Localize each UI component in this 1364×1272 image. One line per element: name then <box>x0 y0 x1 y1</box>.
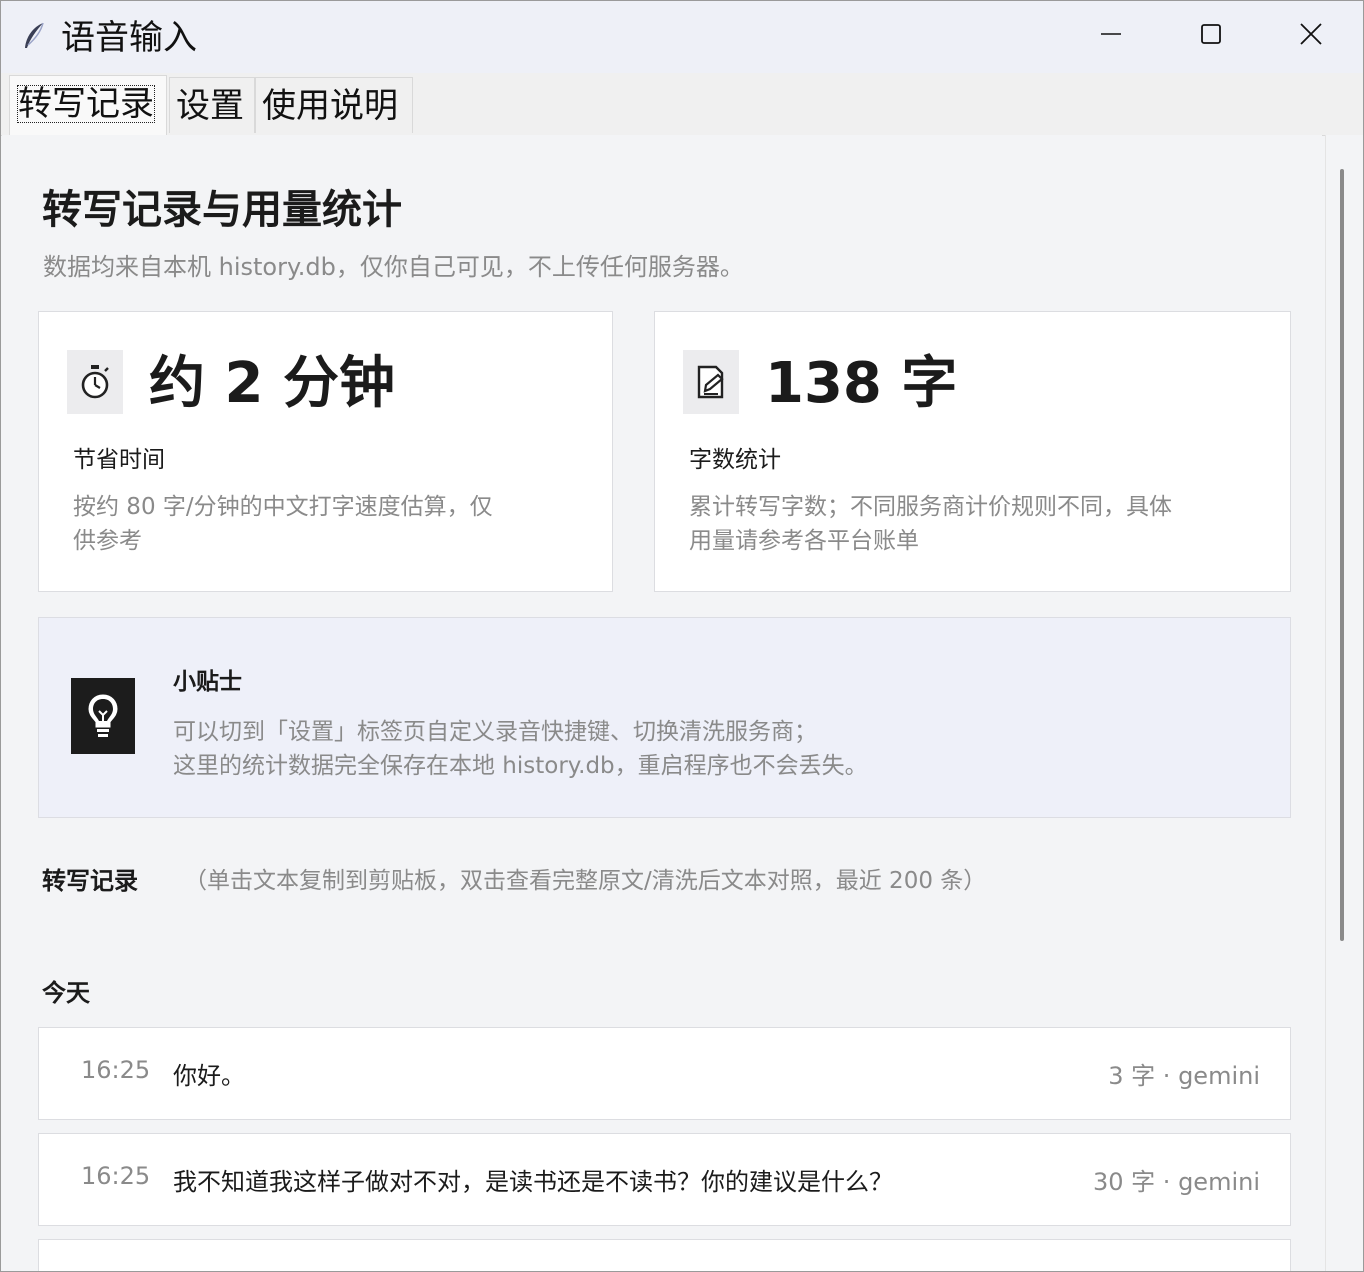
char-count-value: 138 字 <box>765 351 958 416</box>
close-button[interactable] <box>1263 1 1359 67</box>
edit-document-icon <box>683 350 739 414</box>
minimize-icon <box>1101 33 1121 35</box>
stat-card-time-saved: 约 2 分钟 节省时间 按约 80 字/分钟的中文打字速度估算，仅供参考 <box>38 311 613 592</box>
record-row[interactable]: 16:25 我不知道我这样子做对不对，是读书还是不读书？你的建议是什么？ 30 … <box>38 1133 1291 1226</box>
lightbulb-icon <box>71 678 135 754</box>
scrollbar-thumb[interactable] <box>1340 169 1344 941</box>
history-panel: 转写记录与用量统计 数据均来自本机 history.db，仅你自己可见，不上传任… <box>2 135 1322 1271</box>
records-section-title: 转写记录 <box>42 867 138 895</box>
record-row-partial[interactable] <box>38 1239 1291 1271</box>
tip-line: 可以切到「设置」标签页自定义录音快捷键、切换清洗服务商； <box>173 719 817 745</box>
time-saved-description: 按约 80 字/分钟的中文打字速度估算，仅供参考 <box>73 494 493 554</box>
maximize-icon <box>1201 24 1221 44</box>
time-saved-label: 节省时间 <box>73 447 165 473</box>
records-section-hint: （单击文本复制到剪贴板，双击查看完整原文/清洗后文本对照，最近 200 条） <box>184 868 987 894</box>
char-count-description: 累计转写字数；不同服务商计价规则不同，具体用量请参考各平台账单 <box>689 494 1172 554</box>
tab-settings-label: 设置 <box>176 86 244 126</box>
stat-card-char-count: 138 字 字数统计 累计转写字数；不同服务商计价规则不同，具体用量请参考各平台… <box>654 311 1291 592</box>
record-meta: 3 字 · gemini <box>1108 1062 1260 1090</box>
tab-bar: 转写记录 设置 使用说明 <box>1 73 1363 136</box>
tab-history[interactable]: 转写记录 <box>9 75 167 135</box>
char-count-label: 字数统计 <box>689 447 781 473</box>
record-time: 16:25 <box>81 1056 151 1084</box>
stopwatch-icon <box>67 350 123 414</box>
record-time: 16:25 <box>81 1162 151 1190</box>
tip-title: 小贴士 <box>173 669 242 695</box>
page-subtitle: 数据均来自本机 history.db，仅你自己可见，不上传任何服务器。 <box>43 253 744 281</box>
maximize-button[interactable] <box>1163 1 1259 67</box>
tab-history-label: 转写记录 <box>17 84 155 124</box>
records-group-today: 今天 <box>42 979 90 1007</box>
minimize-button[interactable] <box>1063 1 1159 67</box>
tip-box: 小贴士 可以切到「设置」标签页自定义录音快捷键、切换清洗服务商； 这里的统计数据… <box>38 617 1291 818</box>
tab-settings[interactable]: 设置 <box>169 77 255 133</box>
record-meta: 30 字 · gemini <box>1093 1168 1260 1196</box>
record-text[interactable]: 你好。 <box>173 1056 245 1091</box>
tab-help-label: 使用说明 <box>262 86 398 126</box>
app-window: 语音输入 转写记录 设置 使用说明 转写记录与用量统计 数据均来自本机 hist… <box>0 0 1364 1272</box>
vertical-scrollbar[interactable] <box>1325 135 1363 1271</box>
title-bar[interactable]: 语音输入 <box>1 1 1363 73</box>
close-icon <box>1300 23 1322 45</box>
window-title: 语音输入 <box>61 18 197 58</box>
time-saved-value: 约 2 分钟 <box>149 351 395 416</box>
record-text[interactable]: 我不知道我这样子做对不对，是读书还是不读书？你的建议是什么？ <box>173 1162 893 1197</box>
record-row[interactable]: 16:25 你好。 3 字 · gemini <box>38 1027 1291 1120</box>
page-title: 转写记录与用量统计 <box>42 187 402 233</box>
tip-line: 这里的统计数据完全保存在本地 history.db，重启程序也不会丢失。 <box>173 753 868 779</box>
feather-icon <box>21 21 47 51</box>
tab-help[interactable]: 使用说明 <box>255 77 413 133</box>
